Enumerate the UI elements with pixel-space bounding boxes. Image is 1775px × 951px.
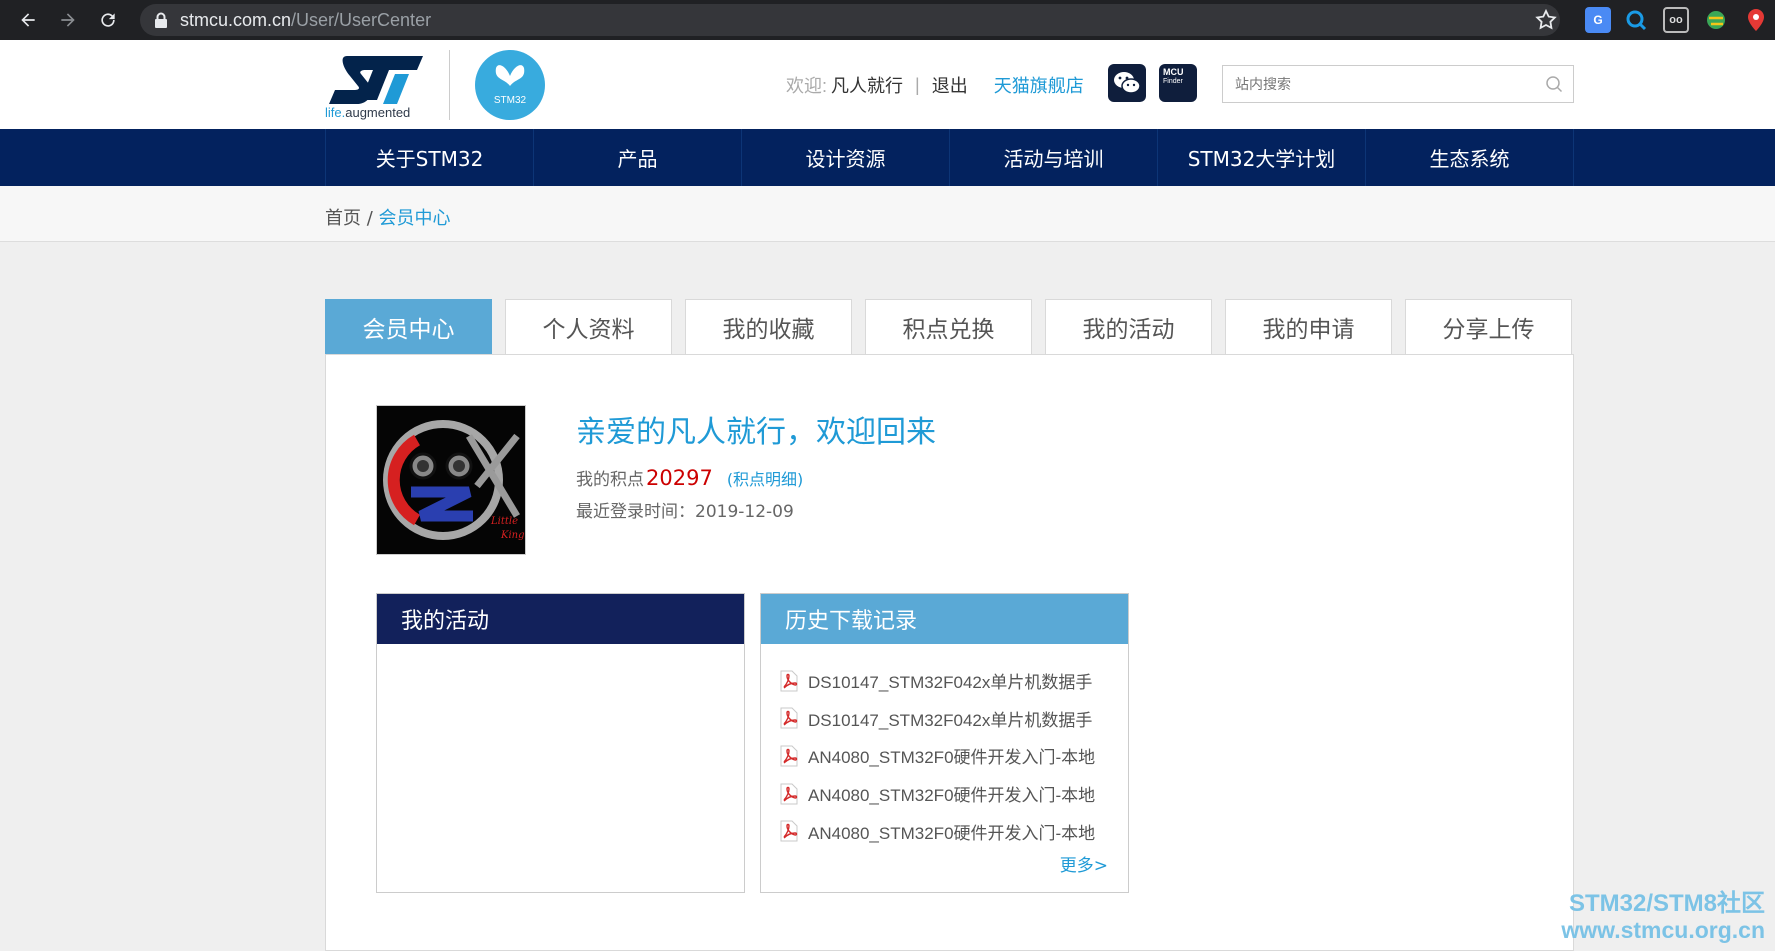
nav-item-ecosystem[interactable]: 生态系统: [1366, 129, 1574, 186]
download-item-name: AN4080_STM32F0硬件开发入门-本地: [808, 748, 1096, 768]
member-center-panel: Little King 亲爱的凡人就行，欢迎回来 我的积点 20297 (积点明…: [325, 354, 1574, 951]
site-search: [1222, 65, 1574, 103]
butterfly-icon: [495, 65, 525, 86]
list-item[interactable]: DS10147_STM32F042x单片机数据手: [779, 662, 1128, 700]
watermark-line2: www.stmcu.org.cn: [1561, 917, 1765, 943]
member-tabs: 会员中心 个人资料 我的收藏 积点兑换 我的活动 我的申请 分享上传: [325, 299, 1574, 354]
more-downloads-link[interactable]: 更多>: [1060, 851, 1108, 876]
points-summary: 我的积点 20297 (积点明细): [576, 465, 803, 490]
my-activities-title: 我的活动: [377, 594, 744, 644]
download-item-name: DS10147_STM32F042x单片机数据手: [808, 673, 1093, 693]
wechat-icon[interactable]: [1108, 64, 1146, 102]
breadcrumb-home[interactable]: 首页: [325, 208, 361, 229]
lock-icon: [155, 12, 167, 28]
points-label: 我的积点: [576, 470, 644, 490]
pdf-icon: [780, 670, 798, 692]
search-icon[interactable]: [1545, 75, 1563, 93]
logout-link[interactable]: 退出: [932, 72, 968, 98]
reload-icon[interactable]: [88, 0, 128, 40]
stm32-logo-text: STM32: [493, 95, 527, 106]
avatar-text-little: Little: [490, 516, 518, 527]
pdf-icon: [780, 745, 798, 767]
pdf-icon: [780, 820, 798, 842]
list-item[interactable]: AN4080_STM32F0硬件开发入门-本地: [779, 737, 1128, 775]
download-item-name: AN4080_STM32F0硬件开发入门-本地: [808, 786, 1096, 806]
stm32-logo[interactable]: STM32: [475, 50, 545, 120]
forward-icon[interactable]: [48, 0, 88, 40]
my-activities-box: 我的活动: [376, 593, 745, 893]
download-item-name: AN4080_STM32F0硬件开发入门-本地: [808, 823, 1096, 843]
st-tagline: life.augmented: [325, 105, 411, 120]
username-link[interactable]: 凡人就行: [831, 72, 903, 98]
mcu-badge-line1: MCU: [1163, 67, 1184, 77]
nav-item-about[interactable]: 关于STM32: [326, 129, 534, 186]
pdf-icon: [780, 783, 798, 805]
tab-favorites[interactable]: 我的收藏: [685, 299, 852, 354]
site-header: life.augmented STM32 欢迎: 凡人就行 | 退出 天猫旗舰店…: [0, 40, 1775, 129]
breadcrumb-bar: 首页 / 会员中心: [0, 186, 1775, 242]
tab-member-center[interactable]: 会员中心: [325, 299, 492, 354]
tab-my-activities[interactable]: 我的活动: [1045, 299, 1212, 354]
list-item[interactable]: AN4080_STM32F0硬件开发入门-本地: [779, 812, 1128, 850]
tmall-store-link[interactable]: 天猫旗舰店: [994, 72, 1084, 98]
avatar-text-king: King: [500, 530, 525, 541]
download-history-box: 历史下载记录 DS10147_STM32F042x单片机数据手 DS10147_…: [760, 593, 1129, 893]
last-login-time: 最近登录时间：2019-12-09: [576, 502, 794, 522]
pdf-icon: [780, 707, 798, 729]
tab-points-exchange[interactable]: 积点兑换: [865, 299, 1032, 354]
tab-profile[interactable]: 个人资料: [505, 299, 672, 354]
search-input[interactable]: [1223, 66, 1523, 102]
nav-item-events[interactable]: 活动与培训: [950, 129, 1158, 186]
url-path: /User/UserCenter: [291, 9, 432, 30]
download-list: DS10147_STM32F042x单片机数据手 DS10147_STM32F0…: [761, 644, 1128, 850]
watermark-line1: STM32/STM8社区: [1568, 890, 1765, 917]
nav-item-design-resources[interactable]: 设计资源: [742, 129, 950, 186]
download-history-title: 历史下载记录: [761, 594, 1128, 644]
main-nav: 关于STM32 产品 设计资源 活动与培训 STM32大学计划 生态系统: [0, 129, 1775, 186]
address-bar[interactable]: stmcu.com.cn/User/UserCenter: [140, 4, 1560, 36]
globe-extension-icon[interactable]: [1703, 7, 1729, 33]
breadcrumb-separator: /: [366, 208, 373, 229]
reader-extension-icon[interactable]: oo: [1663, 7, 1689, 33]
welcome-greeting: 亲爱的凡人就行，欢迎回来: [576, 415, 936, 450]
points-value: 20297: [646, 466, 713, 490]
logo-divider: [449, 50, 450, 120]
mcu-finder-icon[interactable]: MCU Finder: [1159, 64, 1197, 102]
list-item[interactable]: DS10147_STM32F042x单片机数据手: [779, 700, 1128, 738]
breadcrumb-current[interactable]: 会员中心: [379, 208, 451, 229]
search-extension-icon[interactable]: [1623, 7, 1649, 33]
user-welcome: 欢迎: 凡人就行 | 退出 天猫旗舰店: [786, 72, 1084, 98]
location-extension-icon[interactable]: [1743, 7, 1769, 33]
list-item[interactable]: AN4080_STM32F0硬件开发入门-本地: [779, 775, 1128, 813]
points-detail-link[interactable]: (积点明细): [727, 466, 804, 490]
tab-my-applications[interactable]: 我的申请: [1225, 299, 1392, 354]
welcome-label: 欢迎:: [786, 76, 828, 96]
community-watermark: STM32/STM8社区 www.stmcu.org.cn: [1540, 890, 1765, 944]
back-icon[interactable]: [8, 0, 48, 40]
tab-share-upload[interactable]: 分享上传: [1405, 299, 1572, 354]
nav-item-products[interactable]: 产品: [534, 129, 742, 186]
header-separator: |: [915, 74, 920, 95]
main-nav-items: 关于STM32 产品 设计资源 活动与培训 STM32大学计划 生态系统: [325, 129, 1574, 186]
mcu-badge-line2: Finder: [1163, 78, 1183, 85]
avatar[interactable]: Little King: [376, 405, 526, 555]
download-item-name: DS10147_STM32F042x单片机数据手: [808, 710, 1093, 730]
bookmark-star-icon[interactable]: [1534, 8, 1558, 32]
url-host: stmcu.com.cn: [180, 9, 292, 30]
browser-toolbar: stmcu.com.cn/User/UserCenter G oo: [0, 0, 1775, 40]
nav-item-university[interactable]: STM32大学计划: [1158, 129, 1366, 186]
breadcrumb: 首页 / 会员中心: [325, 204, 451, 230]
translate-extension-icon[interactable]: G: [1585, 7, 1611, 33]
